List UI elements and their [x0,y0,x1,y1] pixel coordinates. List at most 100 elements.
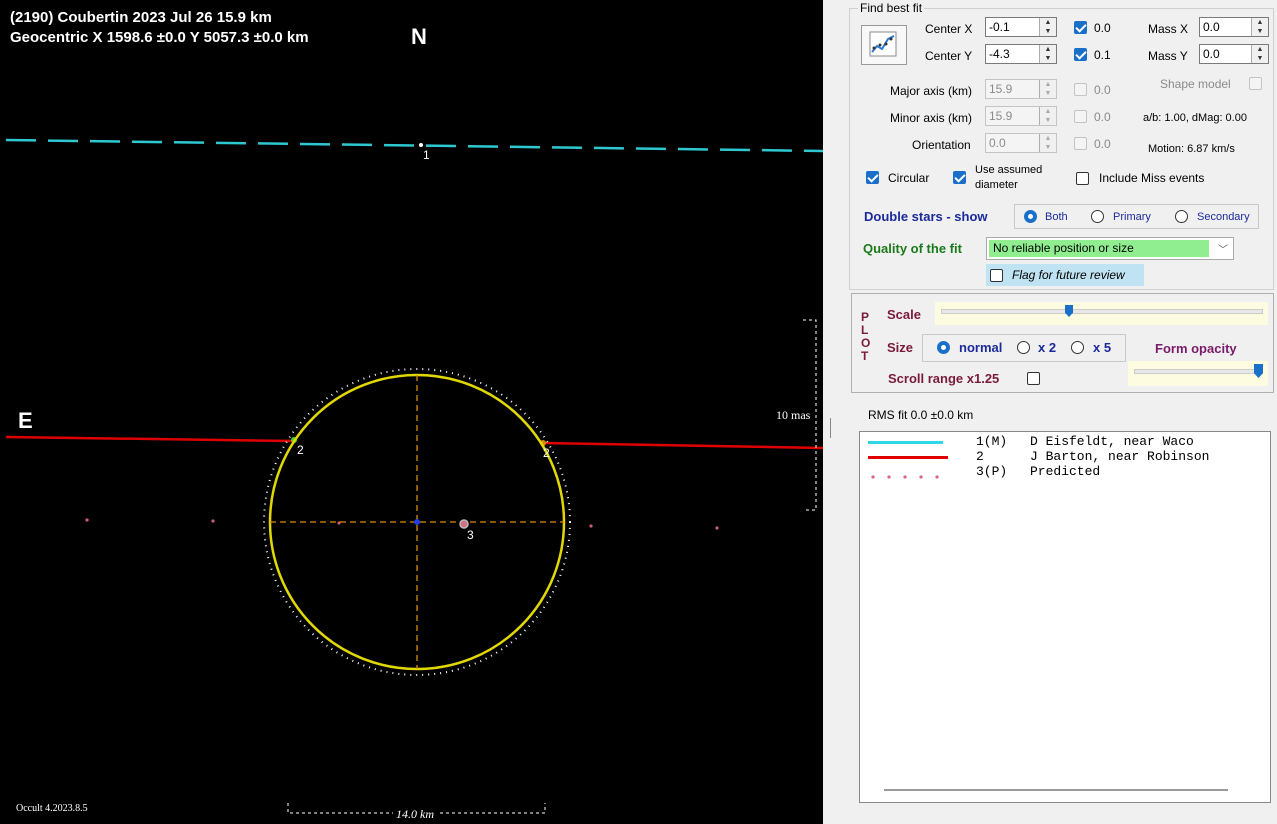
mass-y-input[interactable]: 0.0 ▲ ▼ [1199,44,1269,64]
legend-row-1-num: 1(M) [976,434,1008,449]
mass-y-label: Mass Y [1148,49,1188,63]
down-arrow-icon[interactable]: ▼ [1040,116,1056,125]
use-assumed-label-2: diameter [975,179,1018,191]
find-best-fit-button[interactable] [861,25,907,65]
scale-slider-thumb[interactable] [1065,305,1073,317]
legend-row-1-text: D Eisfeldt, near Waco [1030,434,1194,449]
orientation-checkbox[interactable] [1074,137,1087,150]
chord-2-swatch [868,456,948,459]
orientation-input[interactable]: 0.0 ▲ ▼ [985,133,1057,153]
minor-axis-input[interactable]: 15.9 ▲ ▼ [985,106,1057,126]
occultation-plot[interactable]: (2190) Coubertin 2023 Jul 26 15.9 km Geo… [0,0,823,824]
chord-1-marker [419,143,423,147]
scale-slider[interactable] [935,302,1268,325]
scroll-range-label: Scroll range x1.25 [888,371,1000,386]
plot-vertical-label: PLOT [861,310,871,363]
up-arrow-icon[interactable]: ▲ [1040,80,1056,89]
size-x5-radio[interactable] [1071,341,1084,354]
rms-fit-text: RMS fit 0.0 ±0.0 km [868,408,974,422]
legend-scrollbar[interactable] [884,789,1228,791]
up-arrow-icon[interactable]: ▲ [1252,45,1268,54]
include-miss-checkbox[interactable] [1076,172,1089,185]
use-assumed-label-1: Use assumed [975,164,1043,176]
center-x-checkbox[interactable] [1074,21,1087,34]
down-arrow-icon[interactable]: ▼ [1252,27,1268,36]
scroll-range-checkbox[interactable] [1027,372,1040,385]
find-best-fit-title: Find best fit [858,1,925,15]
use-assumed-diameter-checkbox[interactable] [953,171,966,184]
up-arrow-icon[interactable]: ▲ [1252,18,1268,27]
legend-row-2-text: J Barton, near Robinson [1030,449,1210,464]
mass-x-label: Mass X [1148,22,1189,36]
flag-review-checkbox[interactable] [990,269,1003,282]
chord-1-line [5,138,823,153]
center-x-label: Center X [925,22,973,36]
chord-1-label: 1 [423,148,430,162]
down-arrow-icon[interactable]: ▼ [1040,54,1056,63]
orientation-value: 0.0 [989,136,1006,150]
secondary-radio[interactable] [1175,210,1188,223]
chord-2-line-left [5,435,295,443]
up-arrow-icon[interactable]: ▲ [1040,107,1056,116]
up-arrow-icon[interactable]: ▲ [1040,45,1056,54]
east-label: E [18,408,33,433]
minor-axis-checkbox[interactable] [1074,110,1087,123]
plot-geocentric: Geocentric X 1598.6 ±0.0 Y 5057.3 ±0.0 k… [10,29,309,46]
chord-1-swatch [868,441,943,444]
version-label: Occult 4.2023.8.5 [16,803,88,814]
both-label: Both [1045,211,1068,223]
mass-x-input[interactable]: 0.0 ▲ ▼ [1199,17,1269,37]
chord-2-label-left: 2 [297,443,304,457]
chord-2-label-right: 2 [543,446,550,460]
primary-label: Primary [1113,211,1151,223]
quality-dropdown[interactable]: No reliable position or size ﹀ [986,237,1234,260]
include-miss-label: Include Miss events [1099,171,1205,185]
major-axis-check-value: 0.0 [1094,83,1111,97]
splitter-handle[interactable] [830,418,831,438]
predicted-center-marker [459,519,469,529]
down-arrow-icon[interactable]: ▼ [1252,54,1268,63]
orientation-check-value: 0.0 [1094,137,1111,151]
size-x2-label: x 2 [1038,340,1057,355]
chord-2-line-right [542,441,823,450]
size-normal-radio[interactable] [937,341,950,354]
center-x-value: -0.1 [989,20,1010,34]
shape-model-label: Shape model [1160,77,1231,91]
orientation-label: Orientation [912,138,971,152]
legend-row-2-num: 2 [976,449,1008,464]
opacity-slider[interactable] [1128,361,1268,386]
primary-radio[interactable] [1091,210,1104,223]
size-label: Size [887,340,914,355]
size-x2-radio[interactable] [1017,341,1030,354]
center-y-label: Center Y [925,49,973,63]
major-axis-checkbox[interactable] [1074,83,1087,96]
secondary-label: Secondary [1197,211,1250,223]
quality-label: Quality of the fit [863,241,962,256]
form-opacity-label: Form opacity [1155,341,1237,356]
motion-text: Motion: 6.87 km/s [1148,143,1235,155]
major-axis-input[interactable]: 15.9 ▲ ▼ [985,79,1057,99]
center-x-input[interactable]: -0.1 ▲ ▼ [985,17,1057,37]
shape-model-checkbox[interactable] [1249,77,1262,90]
up-arrow-icon[interactable]: ▲ [1040,18,1056,27]
both-radio[interactable] [1024,210,1037,223]
observer-legend-list[interactable]: 1(M) D Eisfeldt, near Waco 2 J Barton, n… [859,431,1271,803]
scale-label: Scale [887,307,921,322]
minor-axis-check-value: 0.0 [1094,110,1111,124]
double-stars-label: Double stars - show [864,209,988,224]
size-x5-label: x 5 [1093,340,1112,355]
center-y-checkbox[interactable] [1074,48,1087,61]
opacity-slider-thumb[interactable] [1254,364,1263,378]
center-y-input[interactable]: -4.3 ▲ ▼ [985,44,1057,64]
down-arrow-icon[interactable]: ▼ [1040,143,1056,152]
circular-checkbox[interactable] [866,171,879,184]
predicted-path-dots [85,518,719,530]
up-arrow-icon[interactable]: ▲ [1040,134,1056,143]
down-arrow-icon[interactable]: ▼ [1040,27,1056,36]
down-arrow-icon[interactable]: ▼ [1040,89,1056,98]
center-y-check-value: 0.1 [1094,48,1111,62]
major-axis-value: 15.9 [989,82,1013,96]
vertical-scale-label: 10 mas [776,408,811,422]
predicted-swatch [868,468,948,479]
major-axis-label: Major axis (km) [890,84,973,98]
